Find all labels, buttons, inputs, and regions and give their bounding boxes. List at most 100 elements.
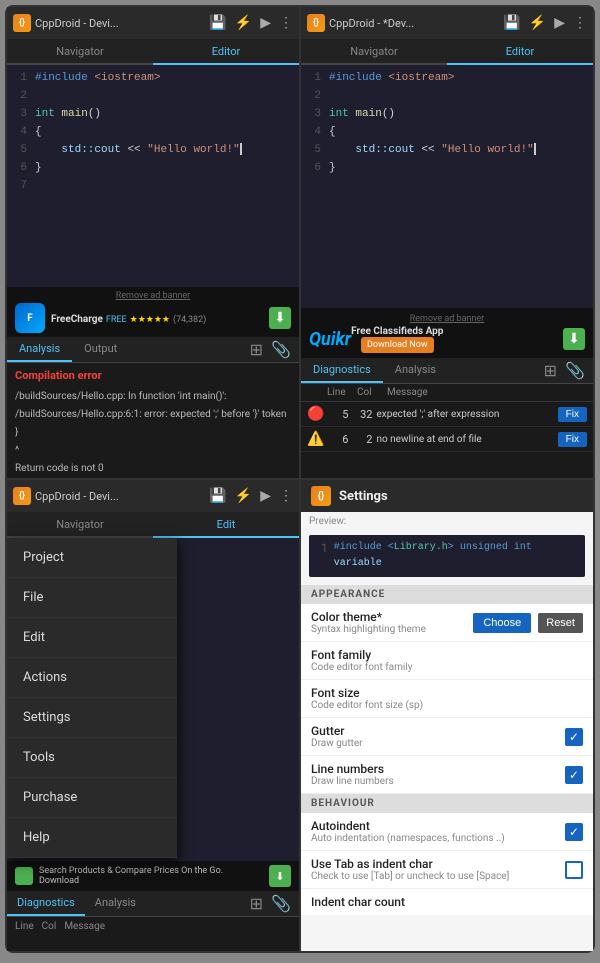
ad-download-3[interactable]: ⬇ — [269, 865, 291, 887]
ad-banner-1: Remove ad banner F FreeCharge FREE ★★★★★… — [7, 287, 299, 337]
fix-btn-2[interactable]: Fix — [558, 432, 587, 447]
grid-icon-3[interactable]: ⊞ — [250, 894, 263, 913]
topbar-3: {} CppDroid - Devi... 💾 ⚡ ▶ ⋮ — [7, 480, 299, 512]
attach-icon-3[interactable]: 📎 — [271, 894, 291, 913]
indent-count-label: Indent char count — [311, 895, 583, 909]
tab-navigator-2[interactable]: Navigator — [301, 39, 447, 65]
ad-banner-2: Remove ad banner Quikr Free Classifieds … — [301, 308, 593, 358]
ad-icon-3 — [15, 867, 33, 885]
more-icon-3[interactable]: ⋮ — [279, 488, 293, 504]
diag-row-2: ⚠️ 6 2 no newline at end of file Fix — [301, 427, 593, 452]
fix-btn-1[interactable]: Fix — [558, 407, 587, 422]
diagnostics-bottom: Diagnostics Analysis ⊞ 📎 Line Col Messag… — [301, 358, 593, 478]
tab-navigator-1[interactable]: Navigator — [7, 39, 153, 65]
autoindent-label: Autoindent — [311, 819, 565, 833]
reset-button[interactable]: Reset — [538, 613, 583, 633]
setting-font-family-info: Font family Code editor font family — [311, 648, 583, 673]
error-detail-2: /buildSources/Hello.cpp:6:1: error: expe… — [7, 406, 299, 424]
save-icon-3[interactable]: 💾 — [209, 488, 226, 504]
preview-code-text: #include <Library.h> unsigned int variab… — [334, 540, 573, 572]
code-line-4: 4 { — [7, 123, 299, 141]
flash-icon-1[interactable]: ⚡ — [235, 15, 252, 31]
setting-font-family: Font family Code editor font family — [301, 642, 593, 680]
save-icon-2[interactable]: 💾 — [503, 15, 520, 31]
error-detail-5: Return code is not 0 — [7, 460, 299, 478]
line-numbers-checkbox[interactable] — [565, 766, 583, 784]
tab-bar-3: Navigator Edit — [7, 512, 299, 538]
menu-item-settings[interactable]: Settings — [7, 698, 177, 738]
preview-code-line: 1 #include <Library.h> unsigned int vari… — [317, 539, 577, 573]
play-icon-1[interactable]: ▶ — [260, 15, 271, 31]
tab-editor-3[interactable]: Edit — [153, 512, 299, 538]
ad-content-3[interactable]: Search Products & Compare Prices On the … — [7, 865, 299, 887]
menu-item-actions[interactable]: Actions — [7, 658, 177, 698]
more-icon-1[interactable]: ⋮ — [279, 15, 293, 31]
tab-navigator-3[interactable]: Navigator — [7, 512, 153, 538]
setting-line-numbers-info: Line numbers Draw line numbers — [311, 762, 565, 787]
tab-editor-2[interactable]: Editor — [447, 39, 593, 65]
error-detail-1: /buildSources/Hello.cpp: In function 'in… — [7, 388, 299, 406]
grid-icon-1[interactable]: ⊞ — [250, 340, 263, 359]
tab-analysis-1[interactable]: Analysis — [7, 337, 72, 362]
analysis-bottom-1: Analysis Output ⊞ 📎 Compilation error /b… — [7, 337, 299, 478]
quikr-download-btn[interactable]: Download Now — [361, 337, 434, 353]
grid-icon-2[interactable]: ⊞ — [544, 361, 557, 380]
ad-download-1[interactable]: ⬇ — [269, 307, 291, 329]
analysis-action-icons-1: ⊞ 📎 — [250, 337, 299, 362]
setting-font-size-info: Font size Code editor font size (sp) — [311, 686, 583, 711]
code-editor-1[interactable]: 1 #include <iostream> 2 3 int main() 4 {… — [7, 65, 299, 287]
menu-item-edit[interactable]: Edit — [7, 618, 177, 658]
play-icon-3[interactable]: ▶ — [260, 488, 271, 504]
color-theme-control: Choose Reset — [473, 613, 583, 633]
menu-item-tools[interactable]: Tools — [7, 738, 177, 778]
p3-tab-analysis[interactable]: Analysis — [85, 891, 146, 916]
freecharge-free: FREE — [106, 315, 127, 325]
more-icon-2[interactable]: ⋮ — [573, 15, 587, 31]
diag-col-msg-header: Message — [387, 387, 587, 398]
tab-editor-1[interactable]: Editor — [153, 39, 299, 65]
setting-gutter-info: Gutter Draw gutter — [311, 724, 565, 749]
tab-diagnostics[interactable]: Diagnostics — [301, 358, 383, 383]
gutter-checkbox[interactable] — [565, 728, 583, 746]
line-numbers-desc: Draw line numbers — [311, 776, 565, 787]
gutter-label: Gutter — [311, 724, 565, 738]
code-editor-2[interactable]: 1 #include <iostream> 2 3 int main() 4 {… — [301, 65, 593, 308]
save-icon-1[interactable]: 💾 — [209, 15, 226, 31]
setting-indent-count-info: Indent char count — [311, 895, 583, 909]
diag-row-1: 🔴 5 32 expected ';' after expression Fix — [301, 402, 593, 427]
ad-quikr[interactable]: Quikr Free Classifieds App Download Now … — [301, 326, 593, 353]
setting-autoindent: Autoindent Auto indentation (namespaces,… — [301, 813, 593, 851]
use-tab-checkbox[interactable] — [565, 861, 583, 879]
panel-settings: {} Settings Preview: 1 #include <Library… — [301, 480, 593, 951]
quikr-logo: Quikr — [309, 329, 351, 350]
choose-button[interactable]: Choose — [473, 613, 531, 633]
play-icon-2[interactable]: ▶ — [554, 15, 565, 31]
menu-item-help[interactable]: Help — [7, 818, 177, 858]
menu-item-project[interactable]: Project — [7, 538, 177, 578]
settings-content[interactable]: Preview: 1 #include <Library.h> unsigned… — [301, 512, 593, 951]
app-title-2: CppDroid - *Dev... — [329, 17, 499, 30]
color-theme-desc: Syntax highlighting theme — [311, 624, 473, 635]
ad-banner-3: Search Products & Compare Prices On the … — [7, 861, 299, 891]
freecharge-name: FreeCharge — [51, 314, 103, 325]
remove-ad-2[interactable]: Remove ad banner — [410, 314, 485, 324]
menu-item-purchase[interactable]: Purchase — [7, 778, 177, 818]
app-title-1: CppDroid - Devi... — [35, 17, 205, 30]
font-size-label: Font size — [311, 686, 583, 700]
ad-download-2[interactable]: ⬇ — [563, 328, 585, 350]
p3-diag-line-label: Line — [15, 921, 34, 932]
tab-output-1[interactable]: Output — [72, 337, 129, 362]
attach-icon-1[interactable]: 📎 — [271, 340, 291, 359]
remove-ad-1[interactable]: Remove ad banner — [116, 291, 191, 301]
p3-tab-diagnostics[interactable]: Diagnostics — [7, 891, 85, 916]
freecharge-reviews: (74,382) — [173, 315, 206, 325]
gutter-desc: Draw gutter — [311, 738, 565, 749]
app-title-3: CppDroid - Devi... — [35, 490, 205, 503]
menu-item-file[interactable]: File — [7, 578, 177, 618]
tab-analysis-2[interactable]: Analysis — [383, 358, 448, 383]
autoindent-checkbox[interactable] — [565, 823, 583, 841]
flash-icon-3[interactable]: ⚡ — [235, 488, 252, 504]
flash-icon-2[interactable]: ⚡ — [529, 15, 546, 31]
ad-freecharge[interactable]: F FreeCharge FREE ★★★★★ (74,382) ⬇ — [7, 303, 299, 333]
attach-icon-2[interactable]: 📎 — [565, 361, 585, 380]
